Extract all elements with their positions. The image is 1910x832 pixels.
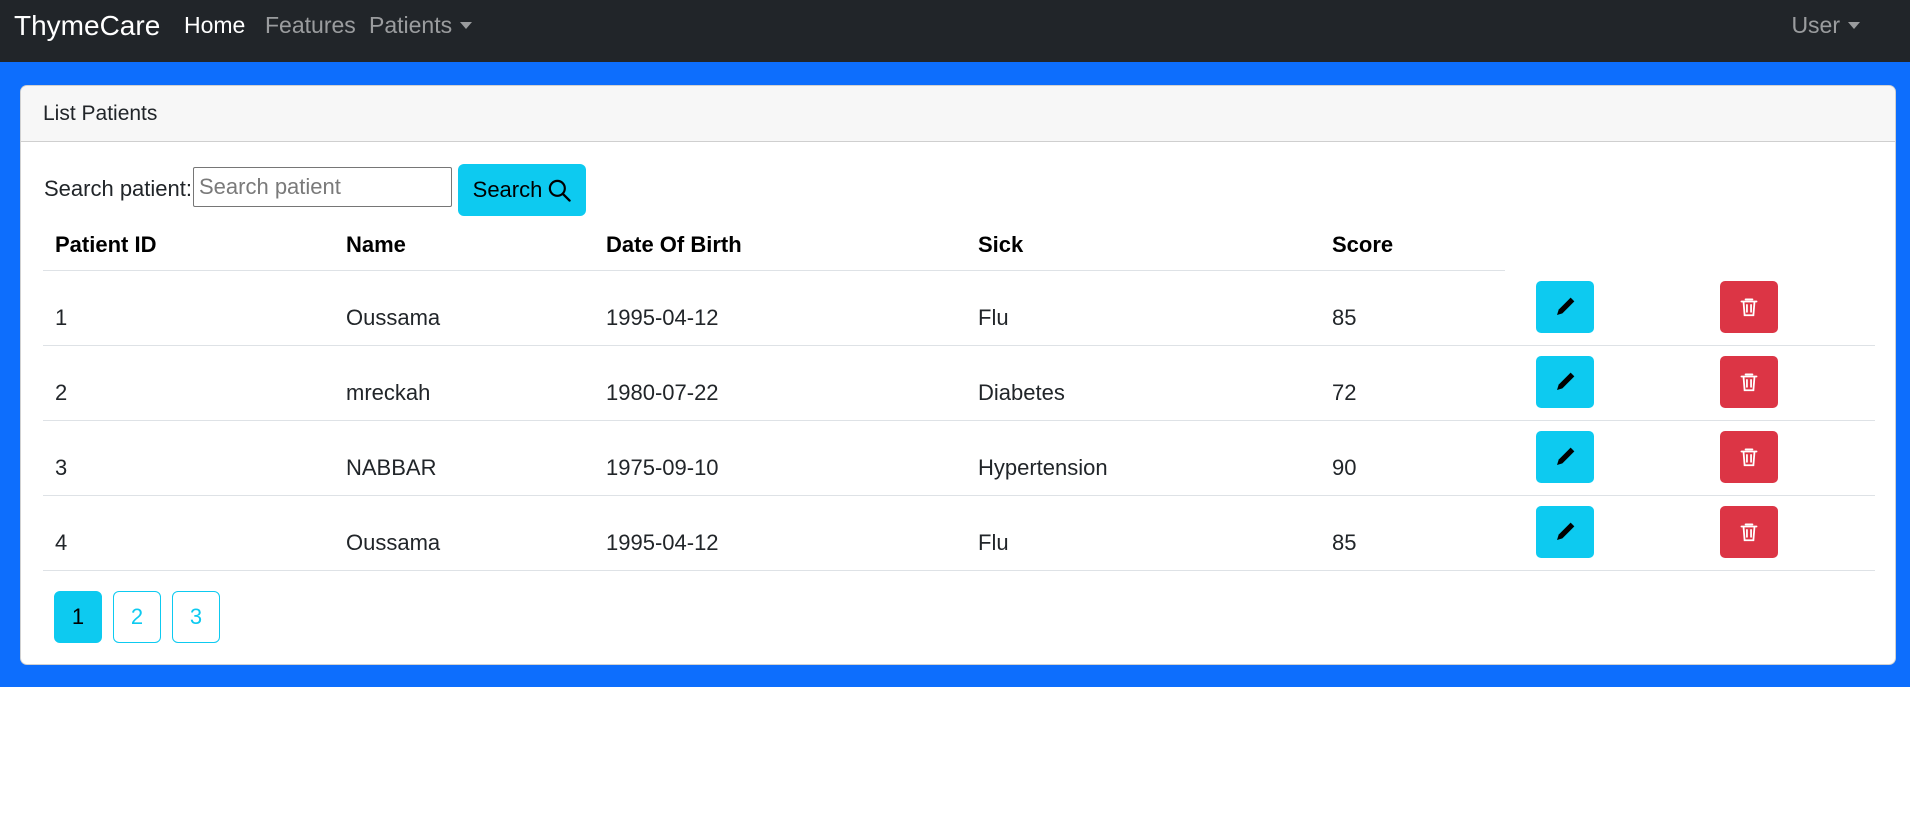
edit-button[interactable] <box>1536 431 1594 483</box>
cell-date-of-birth: 1975-09-10 <box>606 455 719 480</box>
pencil-icon <box>1557 297 1575 315</box>
cell-score: 85 <box>1332 305 1357 330</box>
nav-item-patients-label: Patients <box>369 12 453 38</box>
trash-icon <box>1740 373 1758 392</box>
search-button-label: Search <box>472 177 543 202</box>
cell-date-of-birth: 1995-04-12 <box>606 530 719 555</box>
search-input[interactable] <box>193 167 452 207</box>
delete-button[interactable] <box>1720 431 1778 483</box>
cell-name: Oussama <box>346 305 441 330</box>
cell-date-of-birth: 1980-07-22 <box>606 380 719 405</box>
pencil-icon <box>1557 372 1575 390</box>
table-row: 1 Oussama 1995-04-12 Flu 85 <box>43 271 1875 346</box>
column-header-sick: Sick <box>978 232 1024 257</box>
delete-button[interactable] <box>1720 506 1778 558</box>
table-row: 2 mreckah 1980-07-22 Diabetes 72 <box>43 346 1875 421</box>
cell-patient-id: 1 <box>55 305 68 330</box>
nav-item-user-label: User <box>1791 12 1840 38</box>
top-navbar: ThymeCare Home Features Patients User <box>0 0 1910 62</box>
pencil-icon <box>1557 447 1575 465</box>
nav-item-user-dropdown[interactable]: User <box>1791 11 1860 39</box>
patients-card: List Patients Search patient: Search Pat… <box>20 85 1896 665</box>
brand-logo[interactable]: ThymeCare <box>14 8 160 44</box>
cell-sick: Flu <box>978 530 1009 555</box>
nav-item-patients-dropdown[interactable]: Patients <box>369 11 473 39</box>
column-header-score: Score <box>1332 232 1394 257</box>
column-header-name: Name <box>346 232 406 257</box>
column-header-patient-id: Patient ID <box>55 232 157 257</box>
edit-button[interactable] <box>1536 506 1594 558</box>
cell-patient-id: 3 <box>55 455 68 480</box>
chevron-down-icon <box>1848 21 1860 29</box>
cell-name: NABBAR <box>346 455 437 480</box>
edit-button[interactable] <box>1536 281 1594 333</box>
cell-date-of-birth: 1995-04-12 <box>606 305 719 330</box>
column-header-date-of-birth: Date Of Birth <box>606 232 742 257</box>
cell-sick: Flu <box>978 305 1009 330</box>
cell-sick: Hypertension <box>978 455 1108 480</box>
cell-patient-id: 2 <box>55 380 68 405</box>
pagination-page-2[interactable]: 2 <box>113 591 161 643</box>
cell-score: 90 <box>1332 455 1357 480</box>
search-button[interactable]: Search <box>458 164 586 216</box>
pencil-icon <box>1557 522 1575 540</box>
pagination-page-1[interactable]: 1 <box>54 591 102 643</box>
nav-item-features[interactable]: Features <box>265 11 356 39</box>
search-label: Search patient: <box>44 176 192 201</box>
trash-icon <box>1740 448 1758 467</box>
chevron-down-icon <box>460 21 473 29</box>
cell-name: mreckah <box>346 380 431 405</box>
delete-button[interactable] <box>1720 356 1778 408</box>
edit-button[interactable] <box>1536 356 1594 408</box>
cell-score: 85 <box>1332 530 1357 555</box>
card-title: List Patients <box>43 102 158 125</box>
card-header: List Patients <box>21 86 1895 142</box>
cell-patient-id: 4 <box>55 530 68 555</box>
cell-score: 72 <box>1332 380 1357 405</box>
table-row: 4 Oussama 1995-04-12 Flu 85 <box>43 496 1875 571</box>
search-icon <box>549 179 572 202</box>
pagination-page-3[interactable]: 3 <box>172 591 220 643</box>
delete-button[interactable] <box>1720 281 1778 333</box>
cell-sick: Diabetes <box>978 380 1065 405</box>
table-row: 3 NABBAR 1975-09-10 Hypertension 90 <box>43 421 1875 496</box>
trash-icon <box>1740 523 1758 542</box>
trash-icon <box>1740 298 1758 317</box>
cell-name: Oussama <box>346 530 441 555</box>
nav-item-home[interactable]: Home <box>184 11 245 39</box>
